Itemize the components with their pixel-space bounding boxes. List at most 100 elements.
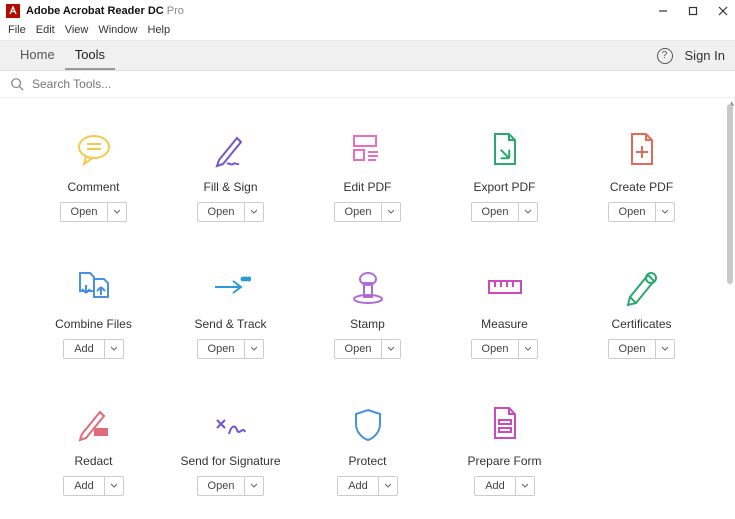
tool-label: Edit PDF — [343, 180, 391, 194]
tool-action-button[interactable]: Add — [63, 339, 124, 359]
chevron-down-icon[interactable] — [108, 203, 126, 221]
fillsign-icon[interactable] — [209, 128, 253, 172]
tool-action-label: Open — [198, 477, 246, 495]
measure-icon[interactable] — [483, 265, 527, 309]
chevron-down-icon[interactable] — [245, 340, 263, 358]
createpdf-icon[interactable] — [620, 128, 664, 172]
tab-home[interactable]: Home — [10, 41, 65, 70]
tool-label: Export PDF — [473, 180, 535, 194]
titlebar: Adobe Acrobat Reader DC Pro — [0, 0, 735, 22]
close-button[interactable] — [717, 5, 729, 17]
window-controls — [657, 5, 729, 17]
tool-action-button[interactable]: Open — [334, 339, 402, 359]
tool-action-label: Add — [64, 340, 105, 358]
tool-action-label: Open — [335, 203, 383, 221]
search-icon — [10, 77, 24, 91]
tool-action-button[interactable]: Add — [474, 476, 535, 496]
tab-tools[interactable]: Tools — [65, 41, 115, 70]
tool-action-button[interactable]: Open — [197, 202, 265, 222]
tool-action-button[interactable]: Open — [471, 339, 539, 359]
chevron-down-icon[interactable] — [382, 203, 400, 221]
certificates-icon[interactable] — [620, 265, 664, 309]
tool-label: Comment — [67, 180, 119, 194]
sendtrack-icon[interactable] — [209, 265, 253, 309]
tool-label: Certificates — [611, 317, 671, 331]
tool-action-button[interactable]: Open — [334, 202, 402, 222]
chevron-down-icon[interactable] — [105, 477, 123, 495]
chevron-down-icon[interactable] — [516, 477, 534, 495]
tool-fill-sign: Fill & Sign Open — [167, 128, 294, 235]
tool-action-button[interactable]: Open — [471, 202, 539, 222]
tool-action-label: Open — [61, 203, 109, 221]
tool-label: Protect — [348, 454, 386, 468]
signin-button[interactable]: Sign In — [685, 48, 725, 63]
tool-action-button[interactable]: Open — [608, 202, 676, 222]
menu-edit[interactable]: Edit — [36, 24, 55, 36]
chevron-down-icon[interactable] — [656, 203, 674, 221]
chevron-down-icon[interactable] — [519, 203, 537, 221]
tool-label: Send for Signature — [180, 454, 280, 468]
tool-label: Combine Files — [55, 317, 132, 331]
tool-label: Measure — [481, 317, 528, 331]
tool-label: Redact — [74, 454, 112, 468]
tool-action-button[interactable]: Open — [197, 476, 265, 496]
stamp-icon[interactable] — [346, 265, 390, 309]
maximize-button[interactable] — [687, 5, 699, 17]
tool-label: Prepare Form — [467, 454, 541, 468]
chevron-down-icon[interactable] — [245, 203, 263, 221]
tool-export-pdf: Export PDF Open — [441, 128, 568, 235]
tool-stamp: Stamp Open — [304, 265, 431, 372]
tool-action-label: Open — [472, 203, 520, 221]
tool-send-track: Send & Track Open — [167, 265, 294, 372]
comment-icon[interactable] — [72, 128, 116, 172]
tool-label: Send & Track — [194, 317, 266, 331]
tool-action-label: Open — [198, 203, 246, 221]
prepareform-icon[interactable] — [483, 402, 527, 446]
scrollbar[interactable] — [727, 104, 733, 284]
tool-action-label: Open — [472, 340, 520, 358]
sendforsig-icon[interactable] — [209, 402, 253, 446]
chevron-down-icon[interactable] — [382, 340, 400, 358]
tool-action-label: Add — [475, 477, 516, 495]
exportpdf-icon[interactable] — [483, 128, 527, 172]
chevron-down-icon[interactable] — [656, 340, 674, 358]
editpdf-icon[interactable] — [346, 128, 390, 172]
app-title: Adobe Acrobat Reader DC Pro — [26, 5, 184, 17]
tool-action-button[interactable]: Add — [337, 476, 398, 496]
protect-icon[interactable] — [346, 402, 390, 446]
tool-action-label: Open — [198, 340, 246, 358]
content: ▴ Comment Open Fill & Sign Open Edit PDF… — [0, 98, 735, 519]
tool-action-label: Open — [335, 340, 383, 358]
tool-protect: Protect Add — [304, 402, 431, 509]
tool-measure: Measure Open — [441, 265, 568, 372]
tool-comment: Comment Open — [30, 128, 157, 235]
tools-grid: Comment Open Fill & Sign Open Edit PDF O… — [0, 98, 735, 519]
tool-action-button[interactable]: Open — [608, 339, 676, 359]
tool-action-label: Add — [64, 477, 105, 495]
menu-view[interactable]: View — [65, 24, 89, 36]
chevron-down-icon[interactable] — [105, 340, 123, 358]
menubar: File Edit View Window Help — [0, 22, 735, 41]
redact-icon[interactable] — [72, 402, 116, 446]
tool-redact: Redact Add — [30, 402, 157, 509]
menu-file[interactable]: File — [8, 24, 26, 36]
help-icon[interactable]: ? — [657, 48, 673, 64]
minimize-button[interactable] — [657, 5, 669, 17]
menu-window[interactable]: Window — [98, 24, 137, 36]
chevron-down-icon[interactable] — [245, 477, 263, 495]
menu-help[interactable]: Help — [147, 24, 170, 36]
app-suffix: Pro — [167, 5, 184, 17]
tool-create-pdf: Create PDF Open — [578, 128, 705, 235]
tool-action-button[interactable]: Add — [63, 476, 124, 496]
search-input[interactable] — [32, 77, 725, 91]
chevron-down-icon[interactable] — [379, 477, 397, 495]
combine-icon[interactable] — [72, 265, 116, 309]
tool-send-for-signature: Send for Signature Open — [167, 402, 294, 509]
tabbar: Home Tools ? Sign In — [0, 41, 735, 71]
chevron-down-icon[interactable] — [519, 340, 537, 358]
tool-action-label: Open — [609, 340, 657, 358]
tool-action-button[interactable]: Open — [60, 202, 128, 222]
tool-certificates: Certificates Open — [578, 265, 705, 372]
tool-combine-files: Combine Files Add — [30, 265, 157, 372]
tool-action-button[interactable]: Open — [197, 339, 265, 359]
